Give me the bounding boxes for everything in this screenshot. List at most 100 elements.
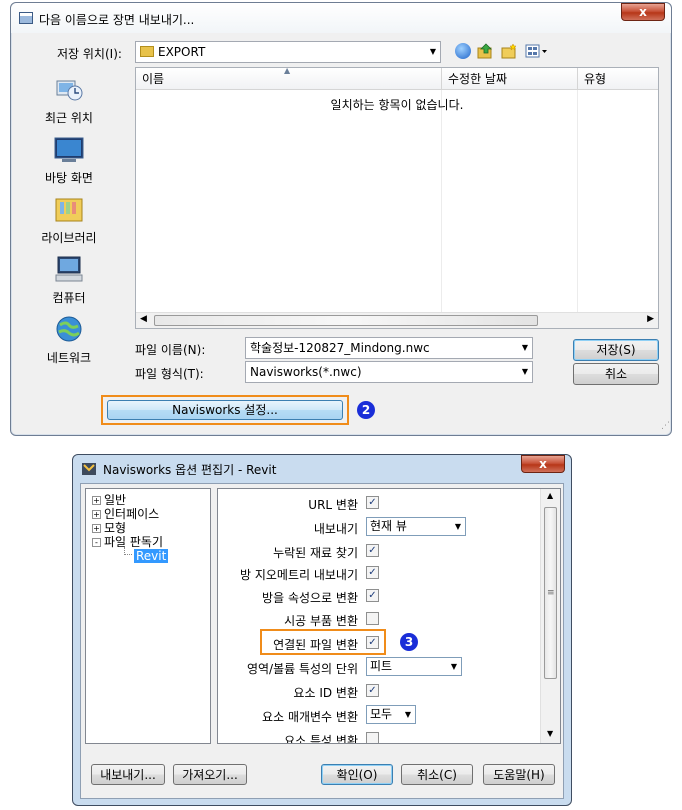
element-properties-checkbox[interactable]: [366, 732, 379, 743]
location-value: EXPORT: [158, 45, 206, 59]
place-label: 컴퓨터: [52, 291, 86, 305]
scroll-left-icon[interactable]: ◀: [140, 314, 147, 324]
navisworks-settings-button[interactable]: Navisworks 설정...: [107, 400, 343, 420]
export-scope-select[interactable]: 현재 뷰 ▼: [366, 517, 466, 536]
chevron-down-icon: ▼: [521, 367, 528, 376]
option-label: 내보내기: [313, 522, 358, 536]
close-button[interactable]: x: [621, 3, 665, 21]
tree-item-model[interactable]: + 모형: [92, 521, 126, 535]
export-room-geometry-checkbox[interactable]: ✓: [366, 566, 379, 579]
tree-item-interface[interactable]: + 인터페이스: [92, 507, 159, 521]
filetype-select[interactable]: Navisworks(*.nwc) ▼: [245, 361, 533, 383]
cancel-button[interactable]: 취소: [573, 363, 659, 385]
horizontal-scrollbar[interactable]: ◀ ▶: [136, 312, 658, 328]
location-label: 저장 위치(I):: [57, 47, 122, 61]
options-pane: URL 변환 내보내기 누락된 재료 찾기 방 지오메트리 내보내기 방을 속성…: [217, 488, 561, 744]
dialog-titlebar: 다음 이름으로 장면 내보내기... x: [11, 3, 671, 33]
close-button[interactable]: x: [521, 455, 565, 473]
export-button[interactable]: 내보내기...: [91, 764, 165, 785]
place-computer[interactable]: 컴퓨터: [27, 255, 111, 306]
column-type[interactable]: 유형: [578, 68, 658, 90]
dialog-title: Navisworks 옵션 편집기 - Revit: [103, 463, 277, 477]
column-header-row: 이름 ▲ 수정한 날짜 유형: [136, 66, 658, 90]
ok-button[interactable]: 확인(O): [321, 764, 393, 785]
filename-value: 학술정보-120827_Mindong.nwc: [250, 341, 430, 355]
new-folder-icon[interactable]: [501, 43, 517, 59]
expand-icon[interactable]: +: [92, 524, 101, 533]
chevron-down-icon: ▼: [454, 522, 461, 531]
tree-item-general[interactable]: + 일반: [92, 493, 126, 507]
chevron-down-icon: ▼: [404, 710, 411, 719]
callout-number: 3: [400, 633, 418, 651]
filetype-value: Navisworks(*.nwc): [250, 365, 362, 379]
place-libraries[interactable]: 라이브러리: [27, 195, 111, 246]
tree-item-label: 인터페이스: [104, 507, 160, 521]
option-label: 시공 부품 변환: [284, 614, 358, 628]
libraries-icon: [54, 195, 84, 223]
view-menu-icon[interactable]: [525, 43, 549, 59]
dialog-body: + 일반 + 인터페이스 + 모형 - 파일 판독기 Revit URL 변환 내보내기…: [80, 483, 564, 799]
place-network[interactable]: 네트워크: [27, 315, 111, 366]
expand-icon[interactable]: +: [92, 496, 101, 505]
scroll-up-icon[interactable]: ▲: [547, 491, 553, 500]
option-label: URL 변환: [308, 498, 358, 512]
computer-icon: [54, 255, 84, 283]
sort-ascending-icon: ▲: [284, 66, 291, 75]
back-icon[interactable]: [455, 43, 471, 59]
expand-icon[interactable]: +: [92, 510, 101, 519]
element-id-checkbox[interactable]: ✓: [366, 684, 379, 697]
scroll-right-icon[interactable]: ▶: [647, 314, 654, 324]
scroll-down-icon[interactable]: ▼: [547, 729, 553, 738]
navisworks-icon: [81, 460, 97, 476]
area-volume-units-select[interactable]: 피트 ▼: [366, 657, 462, 676]
column-divider: [577, 90, 578, 312]
rooms-as-properties-checkbox[interactable]: ✓: [366, 589, 379, 602]
scroll-thumb[interactable]: ≡: [544, 507, 557, 679]
place-label: 네트워크: [46, 351, 92, 365]
folder-icon: [140, 46, 154, 57]
empty-message: 일치하는 항목이 없습니다.: [330, 98, 464, 112]
filename-input[interactable]: 학술정보-120827_Mindong.nwc ▼: [245, 337, 533, 359]
place-label: 바탕 화면: [45, 171, 93, 185]
construction-parts-checkbox[interactable]: [366, 612, 379, 625]
option-label: 방을 속성으로 변환: [262, 591, 358, 605]
tree-item-label: Revit: [136, 549, 167, 563]
grip-icon: ≡: [547, 588, 555, 598]
option-label: 방 지오메트리 내보내기: [239, 568, 358, 582]
save-button[interactable]: 저장(S): [573, 339, 659, 361]
callout-number: 2: [357, 401, 375, 419]
window-icon: [19, 12, 33, 24]
import-button[interactable]: 가져오기...: [173, 764, 247, 785]
chevron-down-icon[interactable]: ▼: [522, 338, 528, 358]
location-combobox[interactable]: EXPORT ▼: [135, 41, 441, 63]
callout-highlight: Navisworks 설정...: [101, 395, 349, 425]
help-button[interactable]: 도움말(H): [483, 764, 555, 785]
column-date[interactable]: 수정한 날짜: [442, 68, 578, 90]
find-missing-materials-checkbox[interactable]: ✓: [366, 544, 379, 557]
callout-highlight: [260, 629, 386, 655]
category-tree[interactable]: + 일반 + 인터페이스 + 모형 - 파일 판독기 Revit: [85, 488, 211, 744]
options-editor-dialog: Navisworks 옵션 편집기 - Revit x + 일반 + 인터페이스 +…: [72, 454, 572, 806]
tree-connector: [124, 547, 132, 555]
option-label: 영역/볼륨 특성의 단위: [246, 662, 358, 676]
option-label: 요소 ID 변환: [293, 686, 358, 700]
file-list[interactable]: 이름 ▲ 수정한 날짜 유형 일치하는 항목이 없습니다. ◀ ▶: [135, 66, 659, 329]
option-label: 요소 매개변수 변환: [262, 710, 358, 724]
chevron-down-icon: ▼: [450, 662, 457, 671]
vertical-scrollbar[interactable]: ▲ ≡ ▼: [540, 489, 560, 743]
element-parameters-select[interactable]: 모두 ▼: [366, 705, 416, 724]
desktop-icon: [54, 135, 84, 163]
scroll-thumb[interactable]: [154, 315, 538, 326]
cancel-button[interactable]: 취소(C): [401, 764, 473, 785]
collapse-icon[interactable]: -: [92, 538, 101, 547]
option-label: 누락된 재료 찾기: [273, 546, 358, 560]
resize-grip[interactable]: ⋰: [661, 421, 671, 431]
up-folder-icon[interactable]: [477, 43, 493, 59]
place-label: 최근 위치: [45, 111, 93, 125]
export-scene-dialog: 다음 이름으로 장면 내보내기... x 저장 위치(I): EXPORT ▼ …: [10, 2, 672, 436]
tree-item-label: 파일 판독기: [104, 535, 164, 549]
tree-item-revit[interactable]: Revit: [134, 549, 169, 563]
place-recent[interactable]: 최근 위치: [27, 75, 111, 126]
url-convert-checkbox[interactable]: ✓: [366, 496, 379, 509]
place-desktop[interactable]: 바탕 화면: [27, 135, 111, 186]
